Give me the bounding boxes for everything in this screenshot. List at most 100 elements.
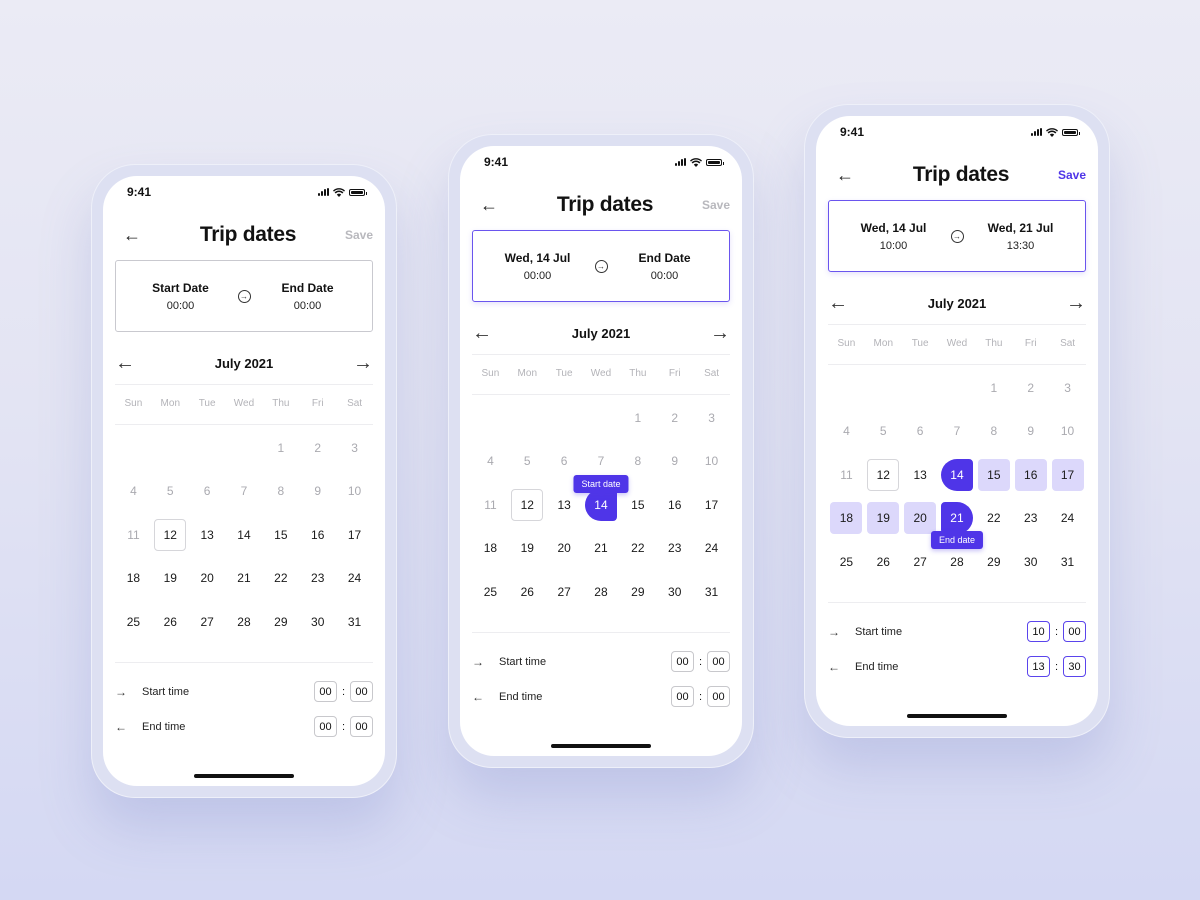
day-cell-27[interactable]: 27: [546, 570, 583, 614]
day-cell-4[interactable]: 4: [828, 410, 865, 454]
day-cell-1[interactable]: 1: [262, 426, 299, 470]
day-cell-16[interactable]: 16: [299, 513, 336, 557]
day-cell-6[interactable]: 6: [902, 410, 939, 454]
day-cell-9[interactable]: 9: [1012, 410, 1049, 454]
day-cell-3[interactable]: 3: [693, 396, 730, 440]
day-cell-9[interactable]: 9: [299, 470, 336, 514]
day-cell-16[interactable]: 16: [656, 483, 693, 527]
day-cell-18[interactable]: 18: [828, 497, 865, 541]
day-cell-22[interactable]: 22: [619, 527, 656, 571]
day-cell-11[interactable]: 11: [115, 513, 152, 557]
day-cell-24[interactable]: 24: [693, 527, 730, 571]
day-cell-30[interactable]: 30: [1012, 540, 1049, 584]
day-cell-7[interactable]: 7: [939, 410, 976, 454]
day-cell-17[interactable]: 17: [1049, 453, 1086, 497]
day-cell-9[interactable]: 9: [656, 440, 693, 484]
day-cell-12[interactable]: 12: [152, 513, 189, 557]
day-cell-26[interactable]: 26: [152, 600, 189, 644]
day-cell-10[interactable]: 10: [693, 440, 730, 484]
day-cell-8[interactable]: 8: [975, 410, 1012, 454]
day-cell-18[interactable]: 18: [472, 527, 509, 571]
day-cell-12[interactable]: 12: [509, 483, 546, 527]
day-cell-26[interactable]: 26: [865, 540, 902, 584]
day-cell-31[interactable]: 31: [1049, 540, 1086, 584]
day-cell-24[interactable]: 24: [336, 557, 373, 601]
day-cell-11[interactable]: 11: [472, 483, 509, 527]
day-cell-5[interactable]: 5: [152, 470, 189, 514]
day-cell-14[interactable]: 14: [939, 453, 976, 497]
day-cell-30[interactable]: 30: [656, 570, 693, 614]
day-cell-20[interactable]: 20: [189, 557, 226, 601]
day-cell-21[interactable]: 21: [583, 527, 620, 571]
day-cell-25[interactable]: 25: [472, 570, 509, 614]
day-cell-2[interactable]: 2: [1012, 366, 1049, 410]
day-cell-27[interactable]: 27: [189, 600, 226, 644]
day-cell-4[interactable]: 4: [115, 470, 152, 514]
day-cell-31[interactable]: 31: [336, 600, 373, 644]
day-cell-15[interactable]: 15: [975, 453, 1012, 497]
day-cell-25[interactable]: 25: [828, 540, 865, 584]
day-cell-16[interactable]: 16: [1012, 453, 1049, 497]
save-button[interactable]: Save: [702, 198, 730, 212]
day-cell-13[interactable]: 13: [189, 513, 226, 557]
day-cell-24[interactable]: 24: [1049, 497, 1086, 541]
day-cell-19[interactable]: 19: [865, 497, 902, 541]
day-cell-13[interactable]: 13: [902, 453, 939, 497]
day-cell-4[interactable]: 4: [472, 440, 509, 484]
next-month-icon[interactable]: →: [1066, 293, 1086, 313]
date-range-summary[interactable]: Wed, 14 Jul 10:00 → Wed, 21 Jul 13:30: [828, 200, 1086, 272]
end-minute-input[interactable]: 30: [1063, 656, 1086, 677]
day-cell-12[interactable]: 12: [865, 453, 902, 497]
day-cell-30[interactable]: 30: [299, 600, 336, 644]
day-cell-1[interactable]: 1: [975, 366, 1012, 410]
back-arrow-icon[interactable]: ←: [123, 225, 143, 246]
day-cell-28[interactable]: 28: [226, 600, 263, 644]
day-cell-3[interactable]: 3: [336, 426, 373, 470]
start-hour-input[interactable]: 10: [1027, 621, 1050, 642]
day-cell-2[interactable]: 2: [299, 426, 336, 470]
prev-month-icon[interactable]: ←: [472, 323, 492, 343]
prev-month-icon[interactable]: ←: [828, 293, 848, 313]
start-minute-input[interactable]: 00: [1063, 621, 1086, 642]
day-cell-18[interactable]: 18: [115, 557, 152, 601]
day-cell-23[interactable]: 23: [656, 527, 693, 571]
day-cell-7[interactable]: 7: [226, 470, 263, 514]
day-cell-29[interactable]: 29: [619, 570, 656, 614]
day-cell-11[interactable]: 11: [828, 453, 865, 497]
day-cell-10[interactable]: 10: [336, 470, 373, 514]
save-button[interactable]: Save: [1058, 168, 1086, 182]
day-cell-1[interactable]: 1: [619, 396, 656, 440]
day-cell-14[interactable]: 14 Start date: [573, 474, 629, 527]
prev-month-icon[interactable]: ←: [115, 353, 135, 373]
start-minute-input[interactable]: 00: [350, 681, 373, 702]
day-cell-5[interactable]: 5: [509, 440, 546, 484]
day-cell-23[interactable]: 23: [1012, 497, 1049, 541]
day-cell-19[interactable]: 19: [152, 557, 189, 601]
end-minute-input[interactable]: 00: [707, 686, 730, 707]
date-range-summary[interactable]: Start Date 00:00 → End Date 00:00: [115, 260, 373, 332]
next-month-icon[interactable]: →: [353, 353, 373, 373]
day-cell-10[interactable]: 10: [1049, 410, 1086, 454]
day-cell-3[interactable]: 3: [1049, 366, 1086, 410]
back-arrow-icon[interactable]: ←: [836, 165, 856, 186]
day-cell-8[interactable]: 8: [262, 470, 299, 514]
date-range-summary[interactable]: Wed, 14 Jul 00:00 → End Date 00:00: [472, 230, 730, 302]
back-arrow-icon[interactable]: ←: [480, 195, 500, 216]
day-cell-31[interactable]: 31: [693, 570, 730, 614]
next-month-icon[interactable]: →: [710, 323, 730, 343]
day-cell-20[interactable]: 20: [546, 527, 583, 571]
day-cell-26[interactable]: 26: [509, 570, 546, 614]
day-cell-2[interactable]: 2: [656, 396, 693, 440]
day-cell-23[interactable]: 23: [299, 557, 336, 601]
day-cell-22[interactable]: 22: [262, 557, 299, 601]
start-minute-input[interactable]: 00: [707, 651, 730, 672]
day-cell-17[interactable]: 17: [336, 513, 373, 557]
day-cell-17[interactable]: 17: [693, 483, 730, 527]
end-hour-input[interactable]: 00: [671, 686, 694, 707]
day-cell-28[interactable]: 28: [583, 570, 620, 614]
day-cell-15[interactable]: 15: [262, 513, 299, 557]
end-minute-input[interactable]: 00: [350, 716, 373, 737]
day-cell-29[interactable]: 29: [262, 600, 299, 644]
day-cell-6[interactable]: 6: [189, 470, 226, 514]
day-cell-21[interactable]: 21: [226, 557, 263, 601]
